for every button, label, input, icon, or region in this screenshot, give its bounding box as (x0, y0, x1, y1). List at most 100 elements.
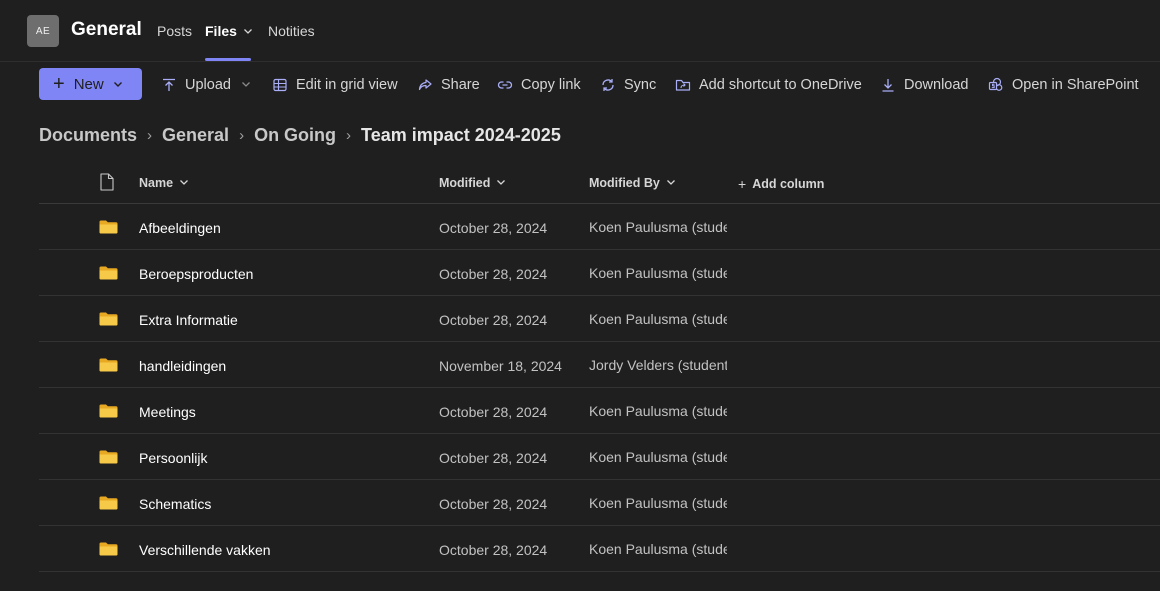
table-row[interactable]: Schematics October 28, 2024 Koen Paulusma … (39, 480, 1160, 526)
modified-date: October 28, 2024 (439, 312, 548, 328)
table-row[interactable]: Meetings October 28, 2024 Koen Paulusma (s… (39, 388, 1160, 434)
chevron-right-icon: › (346, 126, 352, 144)
channel-title: General (71, 19, 142, 40)
file-name[interactable]: Meetings (139, 404, 196, 420)
table-header: Name Modified Modified By + Add column (39, 160, 1160, 204)
plus-icon: + (738, 176, 747, 192)
command-bar: + New Upload Edit in grid view Share Cop… (0, 62, 1160, 108)
breadcrumb-documents[interactable]: Documents (39, 125, 137, 146)
download-label: Download (904, 77, 969, 93)
table-row[interactable]: Persoonlijk October 28, 2024 Koen Paulusma… (39, 434, 1160, 480)
file-name[interactable]: Persoonlijk (139, 450, 207, 466)
new-button[interactable]: + New (39, 68, 142, 100)
copy-link-label: Copy link (521, 77, 581, 93)
shortcut-icon (675, 77, 691, 93)
chevron-down-icon (243, 23, 253, 39)
tab-notities[interactable]: Notities (268, 23, 315, 39)
new-button-label: New (73, 75, 104, 93)
tab-files-label: Files (205, 23, 237, 39)
edit-grid-view-label: Edit in grid view (296, 77, 398, 93)
modified-by: Jordy Velders (student) (589, 357, 727, 373)
folder-icon (99, 358, 118, 375)
folder-icon (99, 220, 118, 237)
file-name[interactable]: Afbeeldingen (139, 220, 221, 236)
file-name[interactable]: Verschillende vakken (139, 542, 271, 558)
folder-icon (99, 542, 118, 559)
file-list: Name Modified Modified By + Add column A… (39, 160, 1160, 572)
modified-date: October 28, 2024 (439, 220, 548, 236)
column-name-label: Name (139, 176, 174, 190)
channel-header: AE General Posts Files Notities (0, 0, 1160, 62)
file-name[interactable]: Beroepsproducten (139, 266, 253, 282)
share-button[interactable]: Share (417, 76, 480, 94)
sharepoint-icon (988, 77, 1004, 93)
add-column-button[interactable]: + Add column (738, 176, 824, 192)
chevron-right-icon: › (147, 126, 153, 144)
modified-date: October 28, 2024 (439, 450, 548, 466)
file-name[interactable]: Schematics (139, 496, 211, 512)
download-button[interactable]: Download (880, 76, 969, 94)
breadcrumb-on-going[interactable]: On Going (254, 125, 336, 146)
table-row[interactable]: handleidingen November 18, 2024 Jordy Veld… (39, 342, 1160, 388)
plus-icon: + (53, 73, 65, 95)
table-row[interactable]: Verschillende vakken October 28, 2024 Koen… (39, 526, 1160, 572)
modified-by: Koen Paulusma (student) (589, 311, 727, 327)
team-avatar[interactable]: AE (27, 15, 59, 47)
folder-icon (99, 404, 118, 421)
add-column-label: Add column (752, 177, 825, 191)
modified-date: October 28, 2024 (439, 542, 548, 558)
folder-icon (99, 266, 118, 283)
file-name[interactable]: Extra Informatie (139, 312, 238, 328)
upload-label: Upload (185, 77, 231, 93)
modified-by: Koen Paulusma (student) (589, 449, 727, 465)
modified-date: November 18, 2024 (439, 358, 562, 374)
column-header-name[interactable]: Name (139, 176, 189, 190)
share-label: Share (441, 77, 480, 93)
folder-icon (99, 312, 118, 329)
folder-icon (99, 496, 118, 513)
file-name[interactable]: handleidingen (139, 358, 226, 374)
download-icon (880, 77, 896, 93)
modified-by: Koen Paulusma (student) (589, 219, 727, 235)
folder-icon (99, 450, 118, 467)
column-modified-label: Modified (439, 176, 491, 190)
sync-icon (600, 77, 616, 93)
add-shortcut-label: Add shortcut to OneDrive (699, 77, 862, 93)
breadcrumb-current: Team impact 2024-2025 (361, 124, 561, 145)
modified-date: October 28, 2024 (439, 266, 548, 282)
edit-grid-view-button[interactable]: Edit in grid view (272, 76, 398, 94)
sync-label: Sync (624, 77, 657, 93)
grid-icon (272, 77, 288, 93)
modified-by: Koen Paulusma (student) (589, 541, 727, 557)
column-header-modified[interactable]: Modified (439, 176, 506, 190)
active-tab-indicator (205, 58, 251, 61)
breadcrumb-general[interactable]: General (162, 125, 229, 146)
add-shortcut-button[interactable]: Add shortcut to OneDrive (675, 76, 862, 94)
chevron-down-icon (496, 176, 506, 190)
tab-posts[interactable]: Posts (157, 23, 192, 39)
column-header-modified-by[interactable]: Modified By (589, 176, 676, 190)
chevron-down-icon (666, 176, 676, 190)
table-row[interactable]: Extra Informatie October 28, 2024 Koen Pau… (39, 296, 1160, 342)
sync-button[interactable]: Sync (600, 76, 656, 94)
chevron-down-icon (113, 76, 123, 93)
chevron-down-icon (179, 176, 189, 190)
upload-icon (161, 77, 177, 93)
open-in-sharepoint-button[interactable]: Open in SharePoint (988, 76, 1139, 94)
chevron-down-icon (241, 77, 251, 93)
modified-by: Koen Paulusma (student) (589, 495, 727, 511)
table-row[interactable]: Beroepsproducten October 28, 2024 Koen Pau… (39, 250, 1160, 296)
breadcrumb: Documents › General › On Going › Team im… (39, 123, 561, 147)
table-row[interactable]: Afbeeldingen October 28, 2024 Koen Paulusm… (39, 204, 1160, 250)
modified-by: Koen Paulusma (student) (589, 403, 727, 419)
upload-button[interactable]: Upload (161, 76, 251, 94)
open-in-sharepoint-label: Open in SharePoint (1012, 77, 1139, 93)
tab-files[interactable]: Files (205, 23, 253, 39)
copy-link-button[interactable]: Copy link (497, 76, 581, 94)
modified-date: October 28, 2024 (439, 496, 548, 512)
link-icon (497, 77, 513, 93)
modified-by: Koen Paulusma (student) (589, 265, 727, 281)
share-icon (417, 77, 433, 93)
column-modified-by-label: Modified By (589, 176, 660, 190)
file-type-icon[interactable] (100, 173, 114, 194)
